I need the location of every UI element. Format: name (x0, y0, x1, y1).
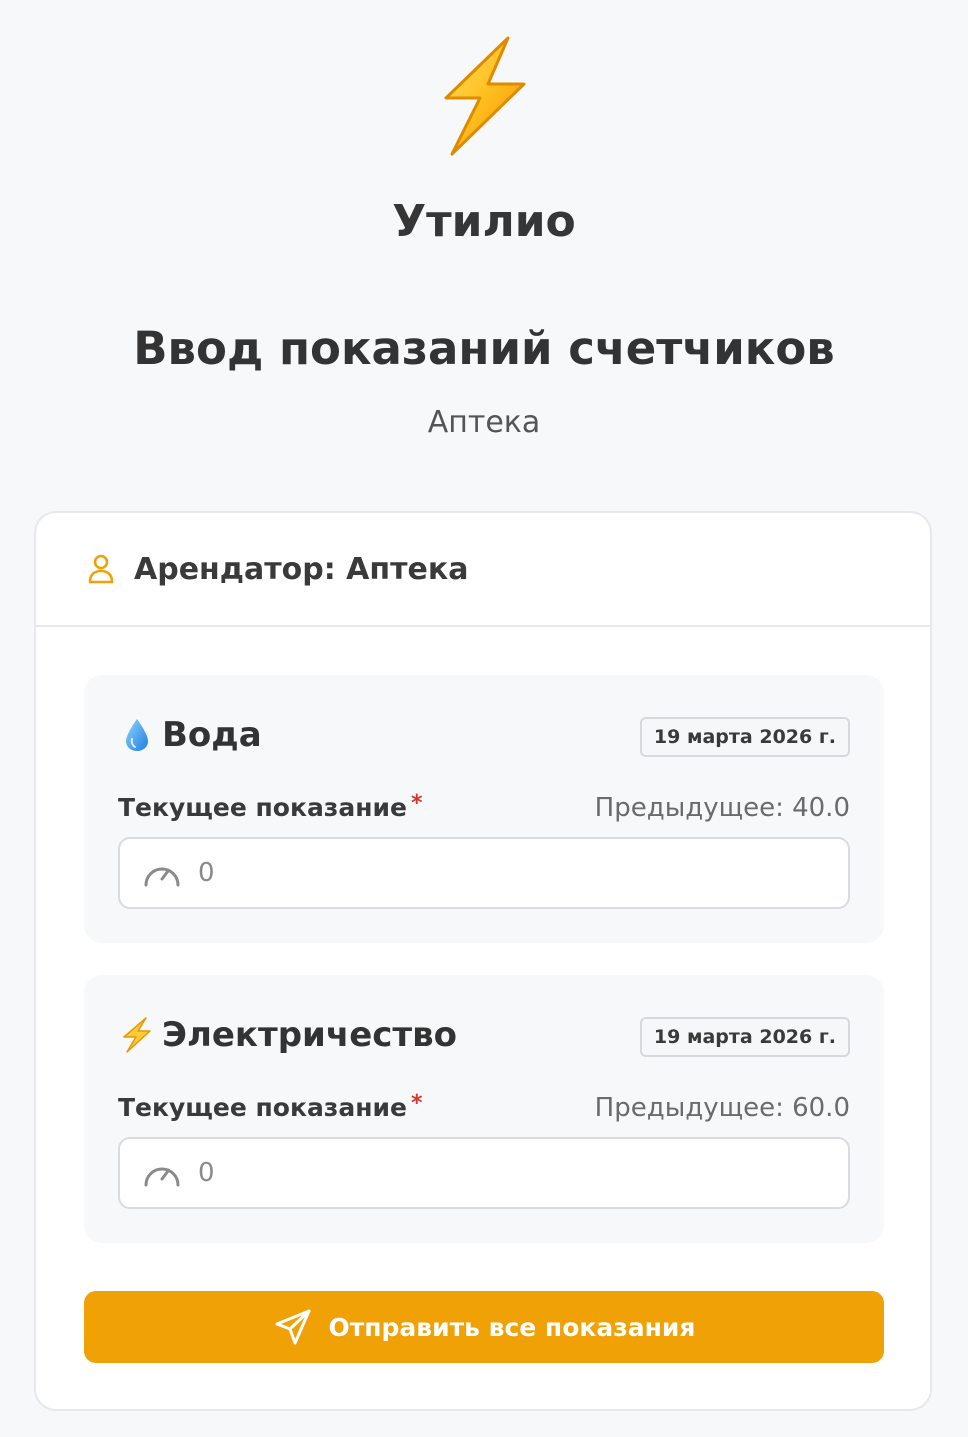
lightning-icon (123, 1017, 151, 1053)
page-title: Ввод показаний счетчиков (133, 322, 835, 375)
meter-title: Вода (162, 715, 262, 755)
required-mark: * (410, 1091, 423, 1116)
lightning-bolt-icon (444, 36, 526, 156)
previous-reading: Предыдущее: 40.0 (594, 793, 850, 823)
required-mark: * (410, 791, 423, 816)
user-icon (88, 554, 114, 584)
gauge-icon (144, 867, 180, 887)
card-header: Арендатор: Аптека (36, 513, 930, 627)
reading-input-wrapper (118, 837, 850, 909)
submit-all-button[interactable]: Отправить все показания (84, 1291, 884, 1363)
date-badge: 19 марта 2026 г. (639, 1017, 850, 1057)
page-subtitle: Аптека (427, 405, 541, 440)
meter-section-electricity: Электричество 19 марта 2026 г. Текущее п… (84, 975, 884, 1243)
water-drop-icon (126, 719, 148, 751)
previous-reading: Предыдущее: 60.0 (594, 1093, 850, 1123)
gauge-icon (144, 1167, 180, 1187)
tenant-label: Арендатор: Аптека (134, 551, 469, 587)
field-label-text: Текущее показание (118, 1093, 407, 1122)
date-badge: 19 марта 2026 г. (639, 717, 850, 757)
submit-label: Отправить все показания (328, 1312, 696, 1342)
field-label-text: Текущее показание (118, 793, 407, 822)
send-icon (275, 1309, 311, 1345)
readings-card: Арендатор: Аптека Вода 19 марта 2026 г. … (34, 511, 932, 1411)
field-label: Текущее показание * (118, 1091, 423, 1122)
electricity-reading-input[interactable] (198, 1158, 798, 1188)
meter-section-water: Вода 19 марта 2026 г. Текущее показание *… (84, 675, 884, 943)
field-label: Текущее показание * (118, 791, 423, 822)
reading-input-wrapper (118, 1137, 850, 1209)
water-reading-input[interactable] (198, 858, 798, 888)
page: Утилио Ввод показаний счетчиков Аптека А… (0, 0, 968, 1437)
meter-title: Электричество (162, 1015, 457, 1055)
brand-name: Утилио (392, 196, 576, 247)
